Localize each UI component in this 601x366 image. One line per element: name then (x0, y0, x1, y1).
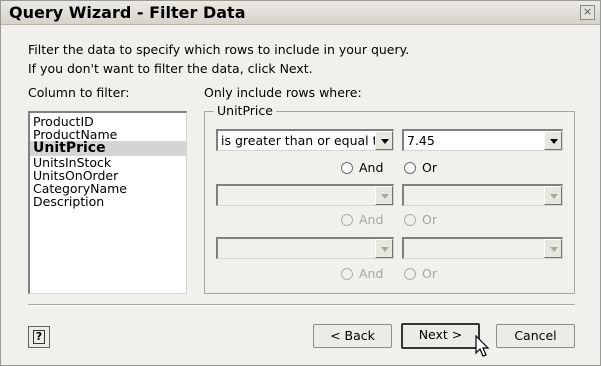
or-radio-2[interactable]: Or (404, 212, 437, 227)
or-radio-2-label: Or (422, 212, 437, 227)
value-select-1-dropdown[interactable] (544, 131, 562, 150)
value-select-3[interactable] (402, 237, 563, 259)
operator-select-2[interactable] (216, 184, 394, 206)
chevron-down-icon (550, 139, 558, 144)
help-icon: ? (33, 330, 45, 344)
value-select-1-value: 7.45 (407, 133, 435, 148)
list-item[interactable]: Description (30, 195, 186, 208)
radio-icon (404, 162, 416, 174)
chevron-down-icon (381, 194, 389, 199)
or-radio-3[interactable]: Or (404, 266, 437, 281)
mouse-pointer-icon (475, 335, 490, 357)
operator-select-1-dropdown[interactable] (375, 131, 393, 150)
and-radio-2[interactable]: And (341, 212, 383, 227)
operator-select-3[interactable] (216, 237, 394, 259)
value-select-3-dropdown[interactable] (544, 239, 562, 258)
or-radio-3-label: Or (422, 266, 437, 281)
operator-select-3-dropdown[interactable] (375, 239, 393, 258)
or-radio-1-label: Or (422, 160, 437, 175)
or-radio-1[interactable]: Or (404, 160, 437, 175)
and-radio-3[interactable]: And (341, 266, 383, 281)
operator-select-1[interactable]: is greater than or equal to (216, 129, 394, 151)
and-radio-3-label: And (359, 266, 384, 281)
and-radio-1-label: And (359, 160, 384, 175)
radio-icon (404, 214, 416, 226)
title-bar: Query Wizard - Filter Data × (1, 1, 600, 25)
operator-select-1-value: is greater than or equal to (221, 133, 386, 148)
operator-select-2-dropdown[interactable] (375, 186, 393, 205)
instruction-line-2: If you don't want to filter the data, cl… (28, 61, 313, 76)
cancel-button[interactable]: Cancel (496, 324, 575, 348)
query-wizard-dialog: Query Wizard - Filter Data × Filter the … (0, 0, 601, 366)
chevron-down-icon (381, 247, 389, 252)
radio-icon (341, 162, 353, 174)
footer-divider (28, 304, 575, 306)
next-button[interactable]: Next > (401, 323, 480, 349)
radio-icon (341, 268, 353, 280)
value-select-2-dropdown[interactable] (544, 186, 562, 205)
column-to-filter-label: Column to filter: (28, 85, 130, 100)
list-item-selected[interactable]: UnitPrice (30, 141, 186, 156)
instruction-line-1: Filter the data to specify which rows to… (28, 42, 410, 57)
help-button[interactable]: ? (28, 326, 50, 348)
close-button[interactable]: × (580, 5, 595, 20)
radio-icon (404, 268, 416, 280)
close-icon: × (582, 5, 593, 18)
back-button[interactable]: < Back (313, 324, 392, 348)
chevron-down-icon (381, 139, 389, 144)
value-select-1[interactable]: 7.45 (402, 129, 563, 151)
include-rows-label: Only include rows where: (204, 85, 362, 100)
and-radio-2-label: And (359, 212, 384, 227)
criteria-group-title: UnitPrice (214, 103, 276, 118)
column-listbox[interactable]: ProductID ProductName UnitPrice UnitsInS… (28, 111, 187, 294)
chevron-down-icon (550, 247, 558, 252)
radio-icon (341, 214, 353, 226)
value-select-2[interactable] (402, 184, 563, 206)
and-radio-1[interactable]: And (341, 160, 383, 175)
chevron-down-icon (550, 194, 558, 199)
window-title: Query Wizard - Filter Data (9, 3, 246, 22)
